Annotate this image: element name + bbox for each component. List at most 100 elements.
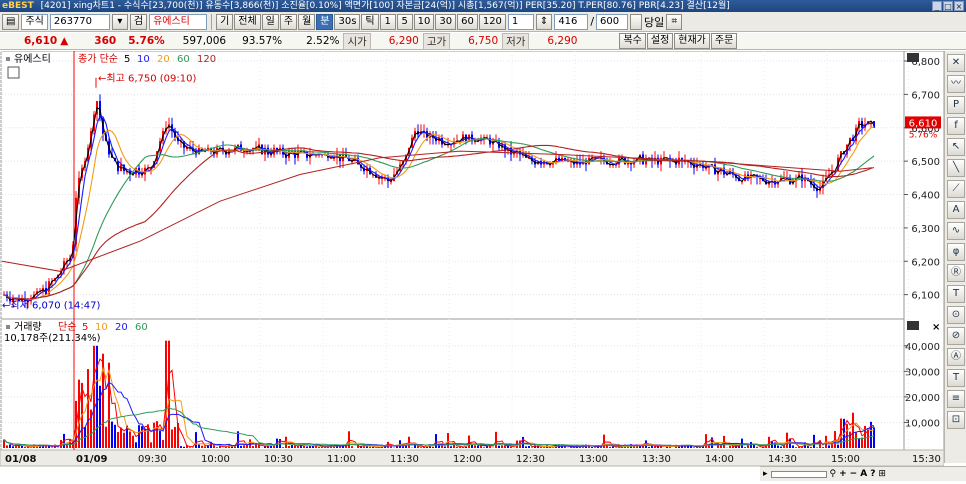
side-tool-7-icon[interactable]: A <box>947 201 965 219</box>
time-axis-label: 14:30 <box>768 454 797 465</box>
side-tool-2-icon[interactable]: P <box>947 96 965 114</box>
side-tool-0-icon[interactable]: ✕ <box>947 54 965 72</box>
zoom-in-icon[interactable]: + <box>839 469 847 479</box>
price-ma-legend: 60 <box>177 54 190 65</box>
volume-bar <box>744 447 746 448</box>
chart-area[interactable]: 6,8006,7006,6006,5006,4006,3006,2006,100… <box>0 51 944 481</box>
volume-bar <box>810 447 812 448</box>
volume-bar <box>240 446 242 448</box>
side-tool-13-icon[interactable]: ⊘ <box>947 327 965 345</box>
layout-toggle-button[interactable]: ▤ <box>2 14 19 30</box>
side-tool-5-icon[interactable]: ╲ <box>947 159 965 177</box>
stock-chart-svg[interactable]: 6,8006,7006,6006,5006,4006,3006,2006,100… <box>0 51 944 481</box>
maximize-button[interactable]: □ <box>943 1 953 11</box>
info-button-3[interactable]: 주문 <box>711 33 737 49</box>
period-button-10[interactable]: 10 <box>414 14 435 30</box>
period-button-12[interactable]: 60 <box>457 14 478 30</box>
volume-bar <box>444 447 446 448</box>
side-tool-6-icon[interactable]: ⟋ <box>947 180 965 198</box>
period-button-2[interactable]: 일 <box>262 14 279 30</box>
period-button-1[interactable]: 전체 <box>234 14 260 30</box>
volume-bar <box>432 447 434 448</box>
side-tool-10-icon[interactable]: Ⓡ <box>947 264 965 282</box>
volume-bar <box>591 447 593 448</box>
volume-bar <box>633 447 635 448</box>
volume-ma-title: 단순 <box>58 321 76 333</box>
search-icon[interactable]: ⚲ <box>830 469 837 479</box>
zoom-out-icon[interactable]: − <box>850 469 858 479</box>
help-icon[interactable]: ? <box>870 469 875 479</box>
open-price: 6,290 <box>371 35 419 47</box>
side-tool-17-icon[interactable]: ⊡ <box>947 411 965 429</box>
price-change: 360 <box>94 35 116 47</box>
side-tool-12-icon[interactable]: ⊙ <box>947 306 965 324</box>
volume-bar <box>6 445 8 448</box>
volume-bar <box>834 431 836 448</box>
side-tool-14-icon[interactable]: Ⓐ <box>947 348 965 366</box>
time-axis-label: 12:00 <box>453 454 482 465</box>
market-type-select[interactable]: 주식 <box>21 14 47 30</box>
volume-bar <box>753 445 755 448</box>
minimize-button[interactable]: _ <box>932 1 942 11</box>
side-tool-8-icon[interactable]: ∿ <box>947 222 965 240</box>
period-button-11[interactable]: 30 <box>435 14 456 30</box>
stock-code-input[interactable]: 263770 <box>50 14 110 30</box>
drawing-tools-panel: ✕ 〰 Pf ↖ ╲ ⟋ A ∿ φ Ⓡ T ⊙ ⊘ Ⓐ T ≡ ⊡ <box>944 51 966 463</box>
volume-bar <box>747 445 749 448</box>
period-button-6[interactable]: 30s <box>334 14 360 30</box>
low-label: 저가 <box>502 33 529 50</box>
info-button-0[interactable]: 복수 <box>619 33 645 49</box>
time-axis-label: 15:00 <box>831 454 860 465</box>
period-button-3[interactable]: 주 <box>280 14 297 30</box>
volume-panel-frame <box>1 319 904 450</box>
volume-bar <box>813 435 815 448</box>
period-button-0[interactable]: 기 <box>216 14 233 30</box>
info-button-2[interactable]: 현재가 <box>674 33 710 49</box>
period-button-9[interactable]: 5 <box>397 14 413 30</box>
volume-bar <box>369 447 371 448</box>
turnover-rate: 2.52% <box>306 35 339 47</box>
high-label: 고가 <box>423 33 450 50</box>
volume-bar <box>318 447 320 448</box>
today-label: 당일 <box>644 14 664 30</box>
info-button-1[interactable]: 설정 <box>647 33 673 49</box>
side-tool-11-icon[interactable]: T <box>947 285 965 303</box>
volume-bar <box>729 446 731 448</box>
interval-stepper[interactable]: ⇕ <box>536 14 552 30</box>
chart-settings-icon[interactable]: ⌗ <box>666 14 682 30</box>
chart-scrollbar[interactable]: ▸ ⚲ + − A ? ⊞ <box>760 466 966 481</box>
side-tool-9-icon[interactable]: φ <box>947 243 965 261</box>
layout-icon[interactable]: ⊞ <box>878 469 886 479</box>
volume-bar <box>522 437 524 448</box>
volume-bar <box>132 436 134 448</box>
price-ma-legend: 20 <box>157 54 170 65</box>
price-tick-label: 6,400 <box>911 191 940 202</box>
period-button-4[interactable]: 월 <box>298 14 315 30</box>
volume-bar <box>252 446 254 448</box>
close-button[interactable]: × <box>954 1 964 11</box>
bar-count-input[interactable]: 416 <box>554 14 588 30</box>
last-pct-label: 5.76% <box>909 130 938 140</box>
stock-search-button[interactable]: 검 <box>130 14 147 30</box>
today-checkbox[interactable] <box>630 14 642 30</box>
volume-ma-legend: 20 <box>115 322 128 333</box>
code-dropdown-button[interactable]: ▾ <box>112 14 128 30</box>
volume-bar <box>540 447 542 448</box>
side-tool-16-icon[interactable]: ≡ <box>947 390 965 408</box>
volume-bar <box>111 422 113 448</box>
period-button-13[interactable]: 120 <box>479 14 506 30</box>
side-tool-4-icon[interactable]: ↖ <box>947 138 965 156</box>
period-button-7[interactable]: 틱 <box>361 14 378 30</box>
interval-input[interactable]: 1 <box>508 14 534 30</box>
scroll-left-icon[interactable]: ▸ <box>763 469 768 479</box>
low-annotation: ←최저 6,070 (14:47) <box>2 300 100 312</box>
side-tool-1-icon[interactable]: 〰 <box>947 75 965 93</box>
side-tool-15-icon[interactable]: T <box>947 369 965 387</box>
side-tool-3-icon[interactable]: f <box>947 117 965 135</box>
zoom-slider[interactable] <box>771 471 827 478</box>
period-button-8[interactable]: 1 <box>380 14 396 30</box>
period-button-5[interactable]: 분 <box>316 14 333 30</box>
volume-marker-icon <box>6 325 10 329</box>
text-tool-icon[interactable]: A <box>860 469 867 479</box>
count-separator: / <box>590 15 594 28</box>
